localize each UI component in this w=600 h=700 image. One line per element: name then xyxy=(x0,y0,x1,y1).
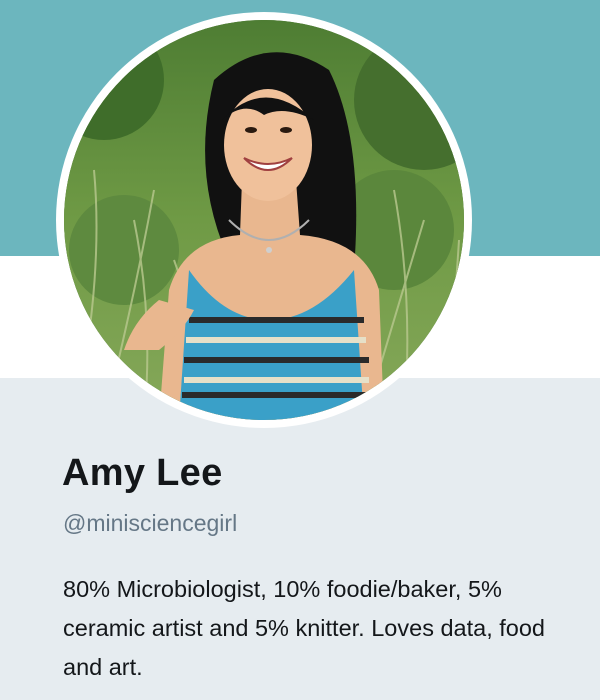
user-handle[interactable]: @minisciencegirl xyxy=(63,510,237,537)
profile-bio: 80% Microbiologist, 10% foodie/baker, 5%… xyxy=(63,576,546,680)
avatar[interactable] xyxy=(64,20,464,420)
avatar-photo xyxy=(64,20,464,420)
display-name[interactable]: Amy Lee xyxy=(62,452,223,495)
